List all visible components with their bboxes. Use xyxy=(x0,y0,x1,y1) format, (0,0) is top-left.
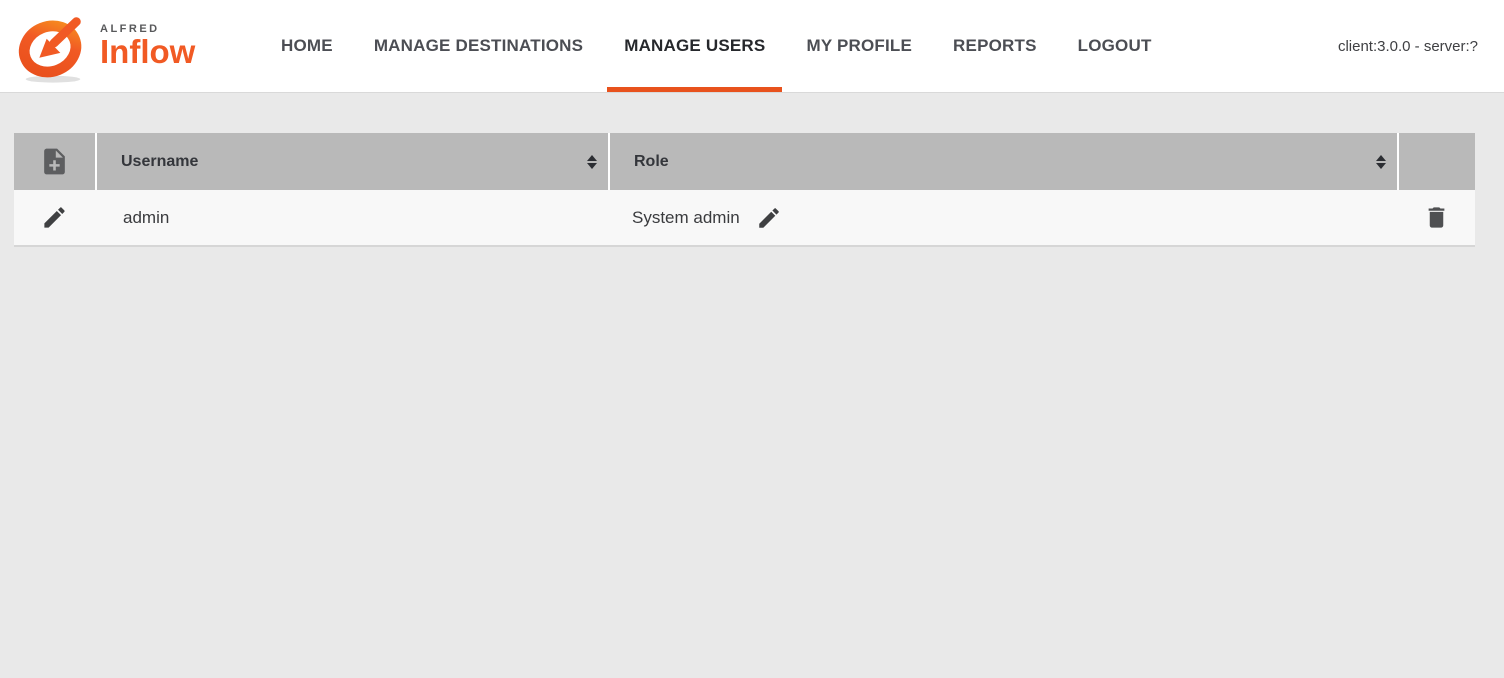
nav-item-home[interactable]: HOME xyxy=(264,0,350,92)
actions-column-header xyxy=(1397,133,1475,190)
role-cell: System admin xyxy=(608,190,1397,245)
top-bar: ALFRED Inflow HOME MANAGE DESTINATIONS M… xyxy=(0,0,1504,93)
trash-icon xyxy=(1423,204,1450,231)
role-column-label: Role xyxy=(634,153,669,171)
file-plus-icon xyxy=(39,146,70,177)
logo-text-inflow: Inflow xyxy=(100,35,195,68)
logo-wordmark: ALFRED Inflow xyxy=(100,7,195,68)
version-info: client:3.0.0 - server:? xyxy=(1338,38,1478,55)
pencil-edit-icon xyxy=(41,204,68,231)
users-table: Username Role xyxy=(14,133,1475,247)
role-column-header[interactable]: Role xyxy=(608,133,1397,190)
main-nav: HOME MANAGE DESTINATIONS MANAGE USERS MY… xyxy=(264,0,1169,92)
role-sort-icon[interactable] xyxy=(1376,155,1386,169)
nav-item-logout[interactable]: LOGOUT xyxy=(1061,0,1169,92)
nav-item-manage-users[interactable]: MANAGE USERS xyxy=(607,0,782,92)
role-value: System admin xyxy=(632,208,740,228)
users-table-header: Username Role xyxy=(14,133,1475,190)
username-value: admin xyxy=(123,208,169,228)
inflow-logo-icon xyxy=(14,7,92,85)
edit-user-button[interactable] xyxy=(41,204,68,231)
page-content: Username Role xyxy=(0,93,1504,247)
add-user-cell xyxy=(14,133,95,190)
table-row: admin System admin xyxy=(14,190,1475,247)
username-column-label: Username xyxy=(121,153,198,171)
username-cell: admin xyxy=(95,190,608,245)
edit-role-button[interactable] xyxy=(756,205,782,231)
add-user-button[interactable] xyxy=(39,146,70,177)
app-logo[interactable]: ALFRED Inflow xyxy=(14,7,220,85)
nav-item-manage-destinations[interactable]: MANAGE DESTINATIONS xyxy=(357,0,600,92)
delete-user-button[interactable] xyxy=(1423,204,1450,231)
pencil-edit-icon xyxy=(756,205,782,231)
actions-cell xyxy=(1397,190,1475,245)
username-column-header[interactable]: Username xyxy=(95,133,608,190)
username-sort-icon[interactable] xyxy=(587,155,597,169)
nav-item-my-profile[interactable]: MY PROFILE xyxy=(789,0,929,92)
edit-user-cell xyxy=(14,190,95,245)
nav-item-reports[interactable]: REPORTS xyxy=(936,0,1054,92)
